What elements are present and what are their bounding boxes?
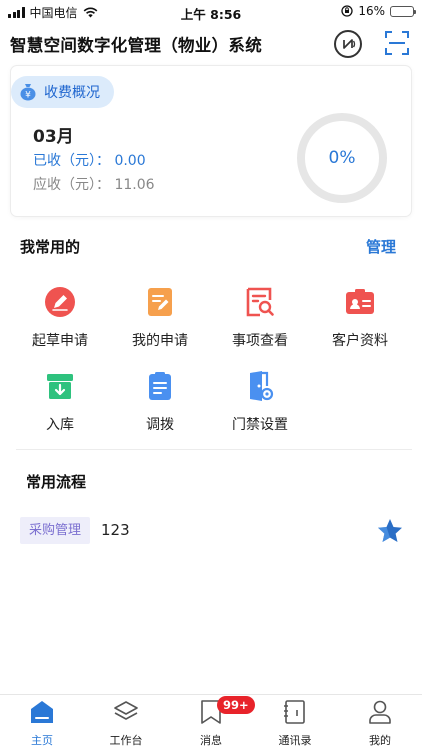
shortcut-label: 门禁设置	[232, 417, 288, 433]
status-bar: 中国电信 上午 8:56 16%	[0, 0, 422, 24]
person-icon	[369, 700, 391, 724]
battery-percent: 16%	[358, 4, 385, 18]
layers-icon	[114, 701, 138, 720]
door-settings-icon	[250, 371, 274, 401]
shortcut-draft-application[interactable]: 起草申请	[10, 286, 110, 350]
received-amount: 已收（元）： 0.00	[33, 153, 146, 169]
shortcut-label: 入库	[46, 417, 74, 433]
tab-mine[interactable]: 我的	[338, 699, 422, 748]
shortcut-access-control[interactable]: 门禁设置	[210, 370, 310, 434]
home-icon	[31, 701, 53, 723]
tab-label: 消息	[200, 734, 222, 747]
shortcut-label: 调拨	[146, 417, 174, 433]
shortcut-label: 我的申请	[132, 333, 188, 349]
due-amount: 应收（元）： 11.06	[33, 177, 155, 193]
status-right: 16%	[341, 4, 416, 18]
flows-section-title: 常用流程	[26, 473, 87, 491]
svg-text:¥: ¥	[25, 91, 31, 101]
tab-label: 工作台	[109, 734, 143, 747]
tab-home[interactable]: 主页	[0, 699, 84, 748]
shortcut-view-items[interactable]: 事项查看	[210, 286, 310, 350]
shortcut-transfer[interactable]: 调拨	[110, 370, 210, 434]
search-document-icon	[246, 287, 274, 317]
manage-button[interactable]: 管理	[366, 236, 396, 257]
flow-item[interactable]: 采购管理 123	[20, 517, 412, 545]
shortcut-stock-in[interactable]: 入库	[10, 370, 110, 434]
unread-badge: 99+	[217, 696, 255, 714]
nfc-icon	[343, 39, 356, 49]
collection-progress-ring: 0%	[295, 111, 389, 205]
scan-icon[interactable]	[384, 30, 410, 56]
progress-percent: 0%	[328, 148, 356, 168]
inbox-download-icon	[47, 374, 73, 399]
document-edit-icon	[148, 288, 172, 316]
fee-overview-label: 收费概况	[44, 85, 100, 101]
pen-icon	[45, 287, 75, 317]
app-header: 智慧空间数字化管理（物业）系统	[0, 24, 422, 64]
shortcut-label: 起草申请	[32, 333, 88, 349]
nfc-button[interactable]	[334, 30, 362, 58]
common-section-title: 我常用的	[20, 238, 81, 256]
shortcut-my-applications[interactable]: 我的申请	[110, 286, 210, 350]
shortcut-label: 客户资料	[332, 333, 388, 349]
tab-label: 通讯录	[278, 734, 312, 747]
tab-label: 主页	[31, 734, 53, 747]
tab-contacts[interactable]: 通讯录	[253, 699, 337, 748]
flow-category-tag: 采购管理	[20, 517, 91, 544]
shortcut-customer-info[interactable]: 客户资料	[310, 286, 410, 350]
fee-overview-tag: ¥ 收费概况	[11, 76, 114, 108]
tab-messages[interactable]: 消息 99+	[169, 696, 255, 748]
fee-month: 03月	[33, 127, 74, 147]
transfer-list-icon	[149, 372, 171, 400]
battery-icon	[390, 5, 416, 17]
star-icon[interactable]	[376, 517, 404, 545]
fee-overview-card[interactable]: ¥ 收费概况 03月 已收（元）： 0.00 应收（元）： 11.06 0%	[11, 66, 411, 216]
flow-name: 123	[101, 521, 130, 539]
rotation-lock-icon	[341, 5, 353, 17]
bottom-tab-bar: 主页 工作台 消息 99+ 通讯录 我的	[0, 694, 422, 750]
coin-bag-icon: ¥	[20, 84, 36, 101]
shortcut-label: 事项查看	[232, 333, 288, 349]
tab-workbench[interactable]: 工作台	[84, 699, 168, 748]
contacts-book-icon	[284, 700, 305, 724]
contact-card-icon	[346, 289, 374, 314]
tab-label: 我的	[369, 734, 391, 747]
page-title: 智慧空间数字化管理（物业）系统	[10, 36, 262, 55]
section-divider	[16, 449, 412, 450]
